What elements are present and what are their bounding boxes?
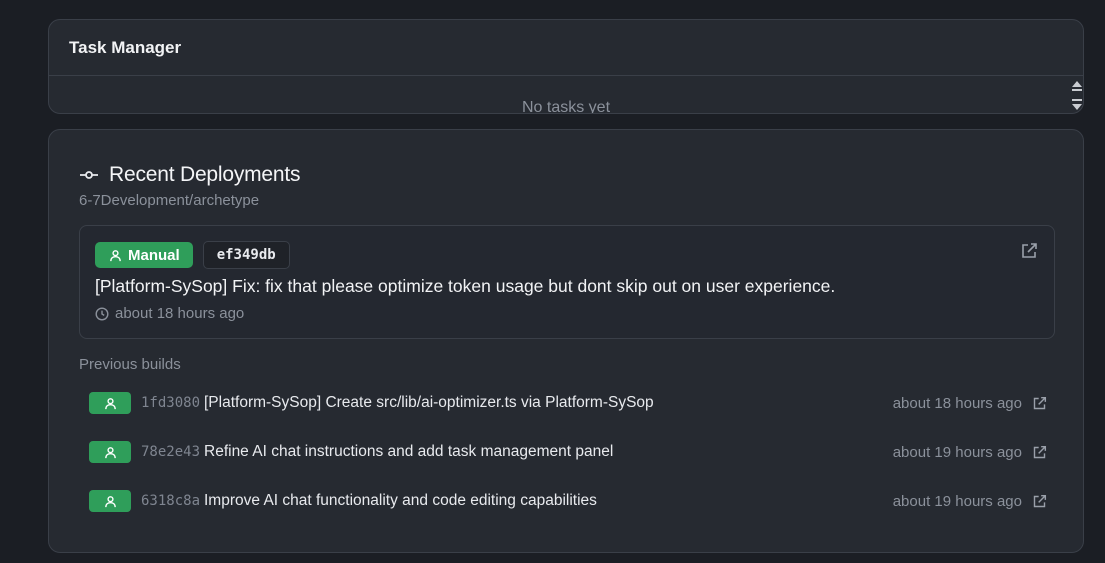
- user-icon: [104, 397, 116, 409]
- user-icon: [104, 446, 116, 458]
- build-row: 6318c8a Improve AI chat functionality an…: [89, 490, 1047, 512]
- build-message: Improve AI chat functionality and code e…: [204, 492, 597, 509]
- build-status-badge: [89, 392, 131, 414]
- scroll-down-arrow-icon[interactable]: [1072, 104, 1082, 110]
- git-commit-icon: [80, 171, 98, 179]
- divider: [49, 75, 1083, 76]
- user-icon: [104, 495, 116, 507]
- latest-commit-message: [Platform-SySop] Fix: fix that please op…: [95, 276, 836, 296]
- latest-deploy-time: about 18 hours ago: [95, 305, 244, 322]
- clock-icon: [95, 306, 109, 321]
- empty-tasks-text: No tasks yet: [521, 99, 611, 114]
- task-scrollbar[interactable]: [1069, 76, 1083, 113]
- scroll-up-arrow-icon[interactable]: [1072, 81, 1082, 87]
- build-time: about 19 hours ago: [892, 443, 1022, 461]
- commit-hash: ef349db: [202, 241, 290, 269]
- build-hash: 78e2e43: [141, 444, 201, 460]
- scroll-thumb[interactable]: [1072, 89, 1082, 101]
- build-hash: 6318c8a: [141, 493, 201, 509]
- build-status-badge: [89, 441, 131, 463]
- build-time: about 18 hours ago: [892, 394, 1022, 412]
- deployments-title: Recent Deployments: [109, 163, 301, 186]
- external-link-icon[interactable]: [1032, 396, 1047, 411]
- user-icon: [110, 249, 121, 261]
- task-manager-title: Task Manager: [69, 38, 182, 57]
- repo-name: 6-7Development/archetype: [79, 192, 260, 209]
- latest-time-text: about 18 hours ago: [115, 305, 245, 322]
- build-hash: 1fd3080: [141, 395, 201, 411]
- manual-badge: Manual: [95, 242, 193, 268]
- build-message: Refine AI chat instructions and add task…: [204, 443, 614, 460]
- latest-deployment: Manual ef349db [Platform-SySop] Fix: fix…: [79, 225, 1055, 339]
- build-time: about 19 hours ago: [892, 492, 1022, 510]
- external-link-icon[interactable]: [1032, 494, 1047, 509]
- build-message: [Platform-SySop] Create src/lib/ai-optim…: [204, 394, 654, 411]
- build-row: 1fd3080 [Platform-SySop] Create src/lib/…: [89, 392, 1047, 414]
- deployments-header: Recent Deployments: [79, 163, 301, 187]
- task-manager-panel: Task Manager No tasks yet: [48, 19, 1084, 114]
- external-link-icon[interactable]: [1020, 242, 1038, 260]
- manual-badge-label: Manual: [128, 246, 180, 264]
- recent-deployments-panel: Recent Deployments 6-7Development/archet…: [48, 129, 1084, 553]
- external-link-icon[interactable]: [1032, 445, 1047, 460]
- build-status-badge: [89, 490, 131, 512]
- build-row: 78e2e43 Refine AI chat instructions and …: [89, 441, 1047, 463]
- previous-builds-label: Previous builds: [79, 356, 181, 373]
